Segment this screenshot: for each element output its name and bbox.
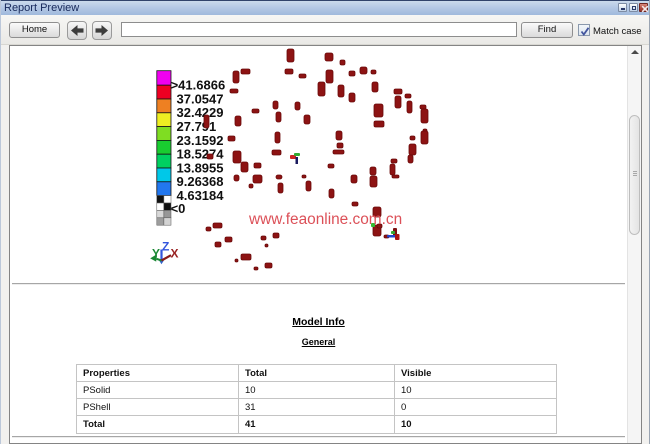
- svg-text:<0: <0: [171, 201, 186, 216]
- svg-text:18.5274: 18.5274: [177, 147, 225, 162]
- svg-text:23.1592: 23.1592: [177, 133, 224, 148]
- svg-text:X: X: [171, 247, 179, 261]
- svg-text:27.791: 27.791: [177, 119, 217, 134]
- svg-text:37.0547: 37.0547: [177, 91, 224, 106]
- svg-text:www.feaonline.com.cn: www.feaonline.com.cn: [248, 211, 402, 228]
- svg-text:13.8955: 13.8955: [177, 160, 224, 175]
- svg-text:9.26368: 9.26368: [177, 174, 224, 189]
- svg-text:Z: Z: [162, 240, 169, 254]
- svg-text:>41.6866: >41.6866: [171, 78, 226, 93]
- svg-text:32.4229: 32.4229: [177, 105, 224, 120]
